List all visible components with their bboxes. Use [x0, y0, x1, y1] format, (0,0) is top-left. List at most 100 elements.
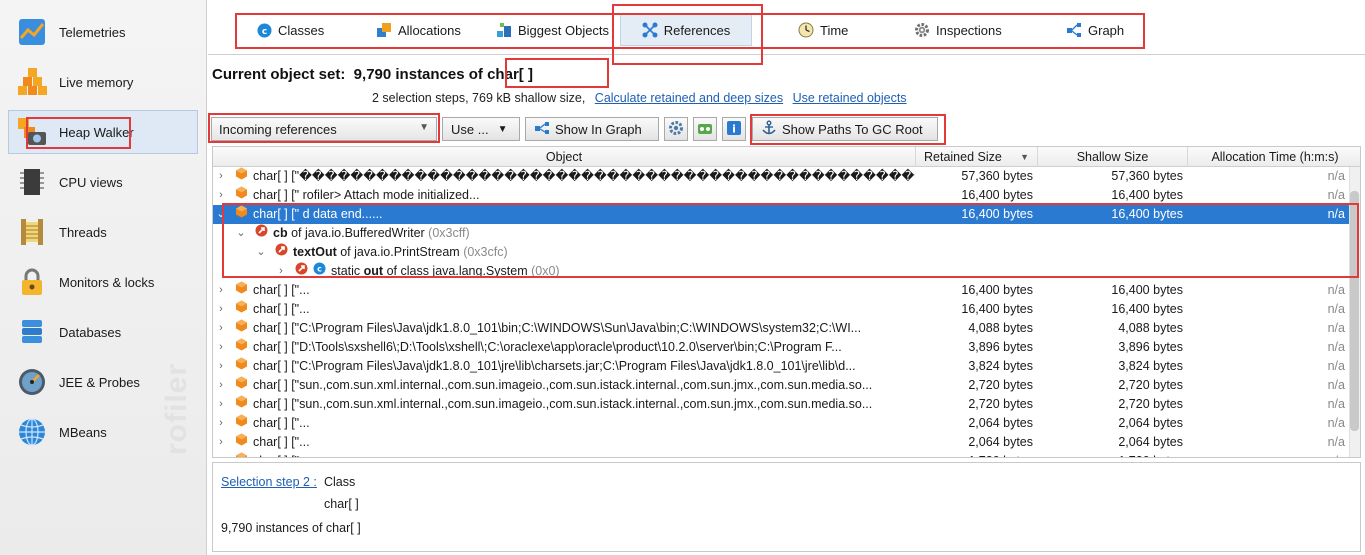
sidebar-item-label: Databases: [59, 324, 122, 340]
sidebar-item-label: MBeans: [59, 424, 107, 440]
object-cell: char[ ] ["C:\Program Files\Java\jdk1.8.0…: [235, 319, 915, 338]
object-cell: char[ ] ["D:\Tools\sxshell6\;D:\Tools\xs…: [235, 338, 915, 357]
shallow-size-cell: 16,400 bytes: [1111, 188, 1183, 202]
table-header: Object Retained Size ▼ Shallow Size Allo…: [213, 147, 1360, 167]
scrollbar-thumb[interactable]: [1350, 191, 1359, 431]
object-set-summary: 2 selection steps, 769 kB shallow size, …: [372, 91, 907, 105]
vertical-scrollbar[interactable]: [1349, 167, 1360, 457]
expand-chevron-icon[interactable]: ›: [215, 186, 227, 205]
column-retained-size[interactable]: Retained Size ▼: [916, 147, 1038, 167]
sidebar-item-live-memory[interactable]: Live memory: [8, 60, 198, 104]
sidebar-item-heap-walker[interactable]: Heap Walker: [8, 110, 198, 154]
table-row[interactable]: ⌄ char[ ] [" d data end...... 16,400 bytes…: [213, 205, 1360, 224]
expand-chevron-icon[interactable]: ›: [215, 433, 227, 452]
collapse-chevron-icon[interactable]: ⌄: [215, 205, 227, 224]
tab-allocations[interactable]: Allocations: [368, 14, 469, 46]
show-in-graph-button[interactable]: Show In Graph: [525, 117, 659, 141]
shallow-size-cell: 4,088 bytes: [1118, 321, 1183, 335]
column-object[interactable]: Object: [213, 147, 916, 167]
selection-step-link[interactable]: Selection step 2 :: [221, 475, 317, 489]
expand-chevron-icon[interactable]: ›: [215, 376, 227, 395]
object-cell: char[ ] ["sun.,com.sun.xml.internal.,com…: [235, 376, 915, 395]
retained-size-cell: 2,720 bytes: [968, 397, 1033, 411]
references-icon: [642, 22, 658, 38]
tab-biggest-objects[interactable]: Biggest Objects: [488, 14, 617, 46]
table-row[interactable]: › char[ ] ["... 16,400 bytes 16,400 bytes n/…: [213, 300, 1360, 319]
column-allocation-time[interactable]: Allocation Time (h:m:s): [1188, 147, 1360, 167]
retained-size-cell: 16,400 bytes: [961, 188, 1033, 202]
table-row[interactable]: › char[ ] ["sun.,com.sun.xml.internal.,co…: [213, 395, 1360, 414]
tab-references[interactable]: References: [620, 14, 752, 46]
object-cell: char[ ] ["...: [235, 281, 915, 300]
table-row[interactable]: › char[ ] ["C:\Program Files\Java\jdk1.8.…: [213, 319, 1360, 338]
tab-inspections[interactable]: Inspections: [906, 14, 1010, 46]
sidebar-item-label: Threads: [59, 224, 107, 240]
anchor-icon: [761, 120, 777, 139]
reference-path-row[interactable]: ⌄ textOut of java.io.PrintStream (0x3cfc): [213, 243, 1360, 262]
expand-chevron-icon[interactable]: ›: [215, 167, 227, 186]
shallow-size-cell: 57,360 bytes: [1111, 169, 1183, 183]
table-row[interactable]: › char[ ] [" rofiler> Attach mode initial…: [213, 186, 1360, 205]
collapse-chevron-icon[interactable]: ⌄: [235, 224, 247, 243]
object-cell: char[ ] ["...: [235, 433, 915, 452]
allocation-time-cell: n/a: [1327, 378, 1345, 392]
object-cell: char[ ] ["C:\Program Files\Java\jdk1.8.0…: [235, 357, 915, 376]
object-cell: char[ ] ["...: [235, 414, 915, 433]
table-row[interactable]: › char[ ] ["C:\Program Files\Java\jdk1.8.…: [213, 357, 1360, 376]
collapse-chevron-icon[interactable]: ⌄: [255, 243, 267, 262]
show-paths-to-gc-root-button[interactable]: Show Paths To GC Root: [752, 117, 938, 141]
tab-classes[interactable]: c Classes: [248, 14, 332, 46]
object-cell: char[ ] [" d data end......: [235, 205, 915, 224]
reference-path-row[interactable]: › c static out of class java.lang.System (…: [213, 262, 1360, 281]
table-row[interactable]: › char[ ] ["... 2,064 bytes 2,064 bytes n/a: [213, 433, 1360, 452]
svg-text:i: i: [732, 122, 736, 135]
expand-chevron-icon[interactable]: ›: [215, 395, 227, 414]
reference-path-row[interactable]: ⌄ cb of java.io.BufferedWriter (0x3cff): [213, 224, 1360, 243]
allocation-time-cell: n/a: [1327, 188, 1345, 202]
table-row[interactable]: › char[ ] ["D:\Tools\sxshell6\;D:\Tools\x…: [213, 338, 1360, 357]
object-array-icon: [235, 395, 248, 414]
object-array-icon: [235, 205, 248, 224]
info-button[interactable]: i: [722, 117, 746, 141]
retained-size-cell: 16,400 bytes: [961, 207, 1033, 221]
expand-chevron-icon[interactable]: ›: [215, 452, 227, 457]
table-row[interactable]: › char[ ] ["... 16,400 bytes 16,400 bytes n/…: [213, 281, 1360, 300]
sidebar-item-telemetries[interactable]: Telemetries: [8, 10, 198, 54]
calculate-sizes-link[interactable]: Calculate retained and deep sizes: [595, 91, 783, 105]
settings-button[interactable]: [664, 117, 688, 141]
tab-graph[interactable]: Graph: [1058, 14, 1132, 46]
object-array-icon: [235, 319, 248, 338]
globe-icon: [15, 415, 49, 449]
filter-icon: [697, 120, 713, 139]
sidebar-item-threads[interactable]: Threads: [8, 210, 198, 254]
use-retained-objects-link[interactable]: Use retained objects: [793, 91, 907, 105]
column-shallow-size[interactable]: Shallow Size: [1038, 147, 1188, 167]
expand-chevron-icon[interactable]: ›: [215, 319, 227, 338]
graph-icon: [1066, 22, 1082, 38]
table-row[interactable]: › char[ ] ["sun.,com.sun.xml.internal.,co…: [213, 376, 1360, 395]
expand-chevron-icon[interactable]: ›: [215, 300, 227, 319]
filter-button[interactable]: [693, 117, 717, 141]
table-row[interactable]: ›char[ ] ["...1,720 bytes1,720 bytesn/a: [213, 452, 1360, 457]
sidebar-item-cpu-views[interactable]: CPU views: [8, 160, 198, 204]
sidebar-item-monitors-locks[interactable]: Monitors & locks: [8, 260, 198, 304]
sidebar-item-databases[interactable]: Databases: [8, 310, 198, 354]
object-array-icon: [235, 376, 248, 395]
expand-chevron-icon[interactable]: ›: [215, 281, 227, 300]
object-array-icon: [235, 186, 248, 205]
use-button[interactable]: Use ... ▼: [442, 117, 520, 141]
class-c-icon: c: [313, 262, 326, 281]
table-row[interactable]: › char[ ] ["�����������������������������…: [213, 167, 1360, 186]
expand-chevron-icon[interactable]: ›: [215, 414, 227, 433]
gear-icon: [668, 120, 684, 139]
view-mode-select[interactable]: Incoming references ▼: [211, 117, 437, 141]
expand-chevron-icon[interactable]: ›: [275, 262, 287, 281]
heap-walker-icon: [15, 115, 49, 149]
retained-size-cell: 16,400 bytes: [961, 283, 1033, 297]
tab-time[interactable]: Time: [790, 14, 856, 46]
expand-chevron-icon[interactable]: ›: [215, 338, 227, 357]
svg-text:c: c: [261, 27, 266, 37]
shallow-size-cell: 3,824 bytes: [1118, 359, 1183, 373]
table-row[interactable]: › char[ ] ["... 2,064 bytes 2,064 bytes n/a: [213, 414, 1360, 433]
expand-chevron-icon[interactable]: ›: [215, 357, 227, 376]
